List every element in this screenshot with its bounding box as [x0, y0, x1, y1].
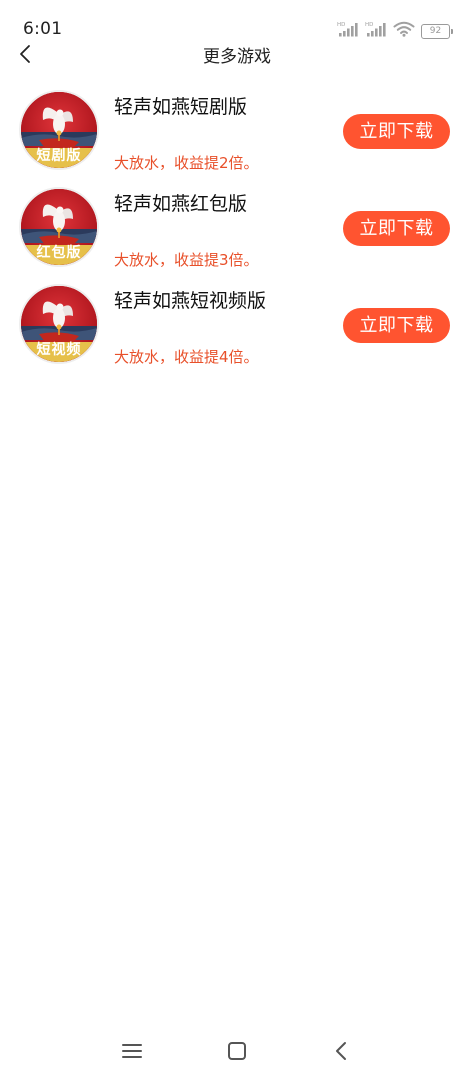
svg-text:HD: HD: [337, 22, 345, 28]
page-title: 更多游戏: [203, 47, 271, 67]
download-button[interactable]: 立即下载: [343, 308, 450, 343]
game-title: 轻声如燕短视频版: [114, 290, 267, 312]
avatar-label: 红包版: [36, 245, 82, 261]
game-avatar[interactable]: 红包版: [19, 187, 99, 267]
list-item: 红包版 轻声如燕红包版 大放水，收益提3倍。 立即下载: [0, 185, 474, 282]
game-list: 短剧版 轻声如燕短剧版 大放水，收益提2倍。 立即下载 红包版 轻声如燕红包版 …: [0, 88, 474, 379]
home-icon[interactable]: [224, 1038, 250, 1064]
game-title: 轻声如燕红包版: [114, 193, 248, 215]
list-item: 短视频 轻声如燕短视频版 大放水，收益提4倍。 立即下载: [0, 282, 474, 379]
game-title: 轻声如燕短剧版: [114, 96, 248, 118]
system-nav-bar: [0, 1020, 474, 1080]
game-description: 大放水，收益提3倍。: [114, 251, 259, 269]
header: 更多游戏: [0, 36, 474, 72]
download-button[interactable]: 立即下载: [343, 211, 450, 246]
download-button[interactable]: 立即下载: [343, 114, 450, 149]
game-description: 大放水，收益提4倍。: [114, 348, 259, 366]
status-bar: 6:01 HD HD 92: [0, 0, 474, 40]
avatar-label: 短剧版: [36, 148, 82, 164]
game-avatar[interactable]: 短视频: [19, 284, 99, 364]
game-avatar[interactable]: 短剧版: [19, 90, 99, 170]
list-item: 短剧版 轻声如燕短剧版 大放水，收益提2倍。 立即下载: [0, 88, 474, 185]
back-icon[interactable]: [329, 1038, 355, 1064]
game-description: 大放水，收益提2倍。: [114, 154, 259, 172]
menu-icon[interactable]: [119, 1038, 145, 1064]
svg-text:HD: HD: [365, 22, 373, 28]
avatar-label: 短视频: [36, 342, 82, 358]
